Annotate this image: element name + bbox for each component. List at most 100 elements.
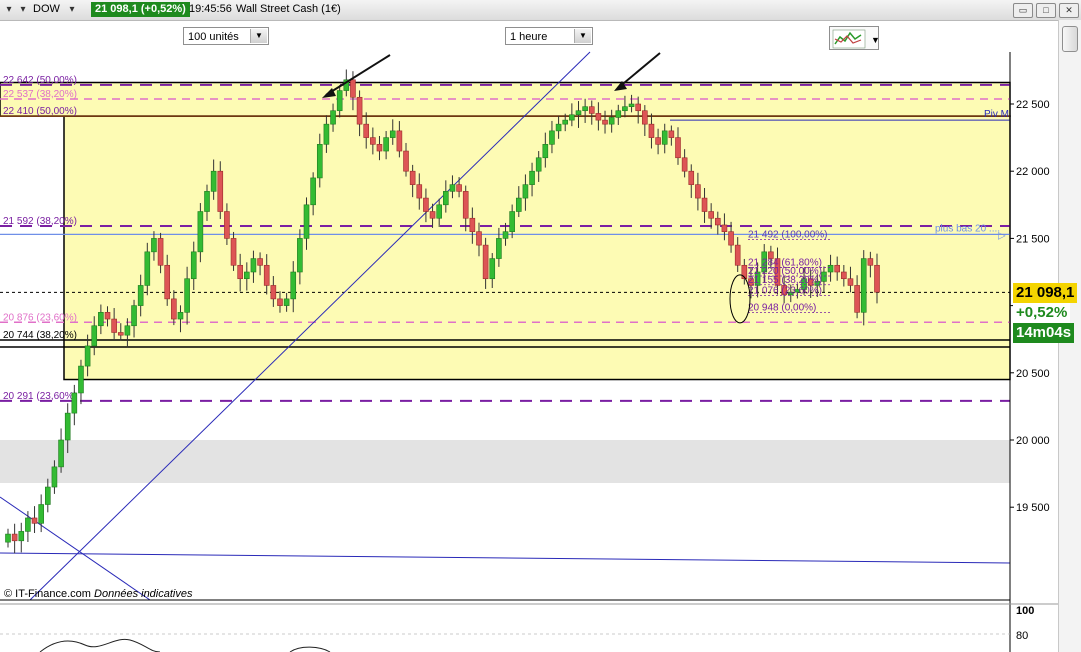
candle-down	[841, 271, 847, 280]
candle-down	[157, 238, 164, 266]
candle-down	[429, 211, 436, 219]
candle-up	[336, 90, 343, 112]
y-tick-label: 19 500	[1016, 502, 1050, 514]
candle-down	[588, 106, 595, 114]
candle-down	[409, 170, 416, 185]
candle-down	[224, 211, 230, 239]
candle-up	[615, 110, 622, 118]
candle-up	[608, 117, 615, 125]
candle-up	[184, 278, 190, 313]
countdown-timer: 14m04s	[1013, 323, 1075, 343]
level-label: 20 876 (23,60%)	[3, 312, 77, 323]
level-label: 20 744 (38,20%)	[3, 330, 77, 341]
candle-up	[190, 251, 197, 280]
candle-up	[91, 325, 98, 347]
candle-down	[462, 191, 469, 219]
rsi-line	[39, 638, 331, 652]
candle-up	[522, 184, 529, 199]
candle-down	[456, 184, 462, 192]
scrollbar-thumb[interactable]	[1062, 26, 1078, 52]
candle-down	[370, 137, 376, 145]
candle-down	[217, 170, 224, 212]
rsi-panel: 100 80	[0, 605, 1034, 652]
candle-up	[555, 123, 562, 132]
candle-up	[204, 191, 210, 212]
candle-up	[18, 531, 25, 542]
candle-up	[443, 191, 449, 206]
candle-up	[515, 197, 522, 212]
candle-down	[834, 264, 840, 273]
candle-up	[535, 157, 542, 172]
candle-down	[675, 137, 681, 159]
candle-up	[290, 271, 297, 300]
level-label: 21 592 (38,20%)	[3, 216, 77, 227]
candle-down	[602, 119, 608, 125]
candle-up	[389, 130, 396, 138]
candle-down	[403, 150, 409, 172]
candle-down	[111, 318, 117, 333]
candle-down	[350, 79, 356, 98]
candle-up	[383, 137, 389, 152]
close-icon[interactable]: ✕	[1059, 3, 1079, 18]
candle-down	[257, 258, 263, 266]
price-chart[interactable]: 22 642 (50,00%) 22 537 (38,20%) 22 410 (50…	[0, 0, 1058, 652]
candle-up	[137, 285, 144, 306]
candle-down	[476, 231, 482, 246]
candle-down	[867, 258, 874, 266]
candle-up	[58, 439, 64, 468]
credit-note: Données indicatives	[94, 588, 193, 600]
candle-up	[569, 114, 575, 121]
candle-down	[701, 197, 708, 212]
candle-up	[330, 110, 336, 125]
candle-down	[416, 184, 423, 199]
candle-down	[263, 264, 270, 286]
candle-up	[661, 130, 668, 145]
level-label: 20 291 (23,60%)	[3, 391, 77, 402]
last-price-box: 21 098,1	[1013, 283, 1078, 303]
candle-down	[688, 170, 695, 185]
candle-up	[244, 271, 250, 280]
candle-up	[628, 103, 635, 107]
mini-fib-label: 21 155 (38,20%)	[748, 275, 822, 286]
candle-down	[874, 264, 880, 293]
candle-up	[529, 170, 535, 185]
data-credit: © IT-Finance.com Données indicatives	[4, 588, 192, 600]
candle-down	[171, 298, 177, 320]
candle-up	[542, 144, 549, 159]
candle-down	[681, 157, 688, 172]
candle-up	[827, 264, 834, 273]
mini-fib-label: 21 076 (23,60%)	[748, 285, 822, 296]
candle-up	[310, 177, 316, 206]
candle-up	[151, 238, 157, 253]
low-annotation-label: plus bas 20 ....	[935, 223, 1000, 234]
candle-down	[728, 231, 734, 246]
candle-up	[144, 251, 151, 286]
candle-down	[376, 144, 383, 152]
candle-up	[78, 365, 84, 394]
candle-down	[668, 130, 675, 138]
candle-down	[356, 96, 363, 125]
change-percent: +0,52%	[1013, 303, 1071, 323]
candle-up	[509, 211, 515, 232]
candle-up	[71, 392, 78, 414]
candle-down	[854, 285, 860, 313]
candle-down	[721, 224, 728, 232]
candle-up	[489, 258, 496, 280]
mini-fib-label: 21 492 (100,00%)	[748, 229, 828, 240]
monthly-pivot-label: Piv M	[984, 109, 1009, 120]
rsi-tick-label: 80	[1016, 630, 1028, 642]
candle-up	[436, 204, 442, 219]
level-label: 22 537 (38,20%)	[3, 89, 77, 100]
candle-up	[283, 298, 290, 306]
candle-up	[45, 486, 51, 505]
candle-up	[449, 184, 456, 192]
candle-up	[575, 110, 582, 116]
candle-down	[277, 298, 283, 306]
candle-down	[396, 130, 403, 152]
candle-down	[11, 533, 18, 542]
candle-up	[5, 533, 11, 543]
arrow-right-icon: ▷	[998, 230, 1006, 241]
candle-up	[582, 106, 588, 112]
candle-up	[38, 504, 44, 524]
candle-down	[117, 332, 124, 336]
